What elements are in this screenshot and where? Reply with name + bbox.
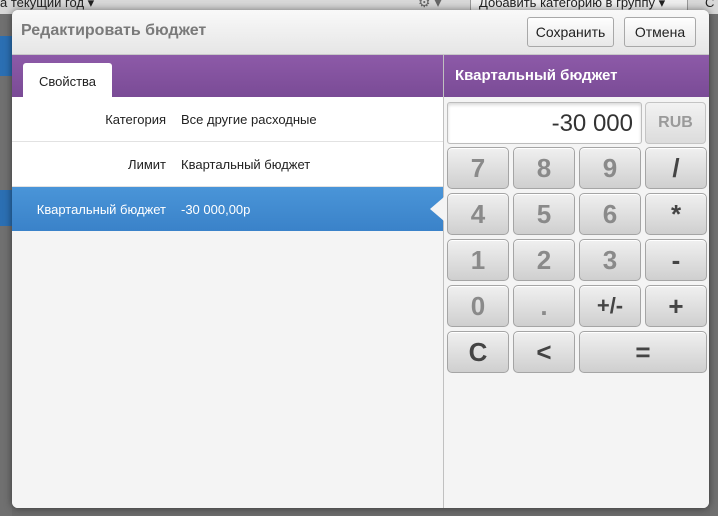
key-2[interactable]: 2 bbox=[513, 239, 575, 281]
key-plus[interactable]: + bbox=[645, 285, 707, 327]
calculator-header: Квартальный бюджет bbox=[444, 55, 709, 97]
key-backspace[interactable]: < bbox=[513, 331, 575, 373]
key-7[interactable]: 7 bbox=[447, 147, 509, 189]
key-equals[interactable]: = bbox=[579, 331, 707, 373]
key-8[interactable]: 8 bbox=[513, 147, 575, 189]
property-row-quarterly-budget[interactable]: Квартальный бюджет -30 000,00р bbox=[12, 187, 444, 231]
key-5[interactable]: 5 bbox=[513, 193, 575, 235]
key-minus[interactable]: - bbox=[645, 239, 707, 281]
background-highlight bbox=[0, 36, 12, 76]
key-1[interactable]: 1 bbox=[447, 239, 509, 281]
key-multiply[interactable]: * bbox=[645, 193, 707, 235]
calculator-panel: Квартальный бюджет -30 000 RUB 7 8 9 / 4… bbox=[444, 55, 709, 508]
key-clear[interactable]: C bbox=[447, 331, 509, 373]
dialog-titlebar: Редактировать бюджет Сохранить Отмена bbox=[12, 10, 709, 55]
property-row-limit[interactable]: Лимит Квартальный бюджет bbox=[12, 142, 443, 187]
save-button[interactable]: Сохранить bbox=[527, 17, 614, 47]
period-label: а текущий год bbox=[0, 0, 85, 10]
property-value: Квартальный бюджет bbox=[181, 157, 311, 172]
property-row-category[interactable]: Категория Все другие расходные bbox=[12, 97, 443, 142]
properties-list: Категория Все другие расходные Лимит Ква… bbox=[12, 97, 444, 231]
cancel-button[interactable]: Отмена bbox=[624, 17, 696, 47]
property-label: Категория bbox=[105, 112, 166, 127]
background-fragment: С bbox=[705, 0, 715, 10]
background-left-panel bbox=[0, 14, 12, 516]
selection-pointer bbox=[430, 197, 444, 221]
property-label: Квартальный бюджет bbox=[36, 202, 166, 217]
tab-properties[interactable]: Свойства bbox=[23, 63, 112, 99]
period-selector[interactable]: а текущий год ▾ bbox=[0, 0, 94, 10]
property-value: Все другие расходные bbox=[181, 112, 317, 127]
key-6[interactable]: 6 bbox=[579, 193, 641, 235]
currency-button[interactable]: RUB bbox=[645, 102, 706, 144]
key-4[interactable]: 4 bbox=[447, 193, 509, 235]
edit-budget-dialog: Редактировать бюджет Сохранить Отмена Св… bbox=[12, 10, 709, 508]
calculator-title: Квартальный бюджет bbox=[455, 67, 618, 84]
key-plus-minus[interactable]: +/- bbox=[579, 285, 641, 327]
gear-icon[interactable]: ⚙ ▾ bbox=[418, 0, 441, 9]
key-divide[interactable]: / bbox=[645, 147, 707, 189]
property-label: Лимит bbox=[128, 157, 166, 172]
properties-header: Свойства bbox=[12, 55, 443, 99]
key-3[interactable]: 3 bbox=[579, 239, 641, 281]
key-9[interactable]: 9 bbox=[579, 147, 641, 189]
property-value: -30 000,00р bbox=[181, 202, 251, 217]
amount-display[interactable]: -30 000 bbox=[447, 102, 642, 144]
amount-value: -30 000 bbox=[551, 110, 633, 137]
background-right-panel bbox=[710, 14, 718, 516]
dialog-title: Редактировать бюджет bbox=[21, 22, 207, 39]
properties-panel: Свойства Категория Все другие расходные … bbox=[12, 55, 444, 508]
key-decimal[interactable]: . bbox=[513, 285, 575, 327]
key-0[interactable]: 0 bbox=[447, 285, 509, 327]
add-category-label: Добавить категорию в группу bbox=[479, 0, 655, 10]
background-highlight bbox=[0, 190, 12, 226]
